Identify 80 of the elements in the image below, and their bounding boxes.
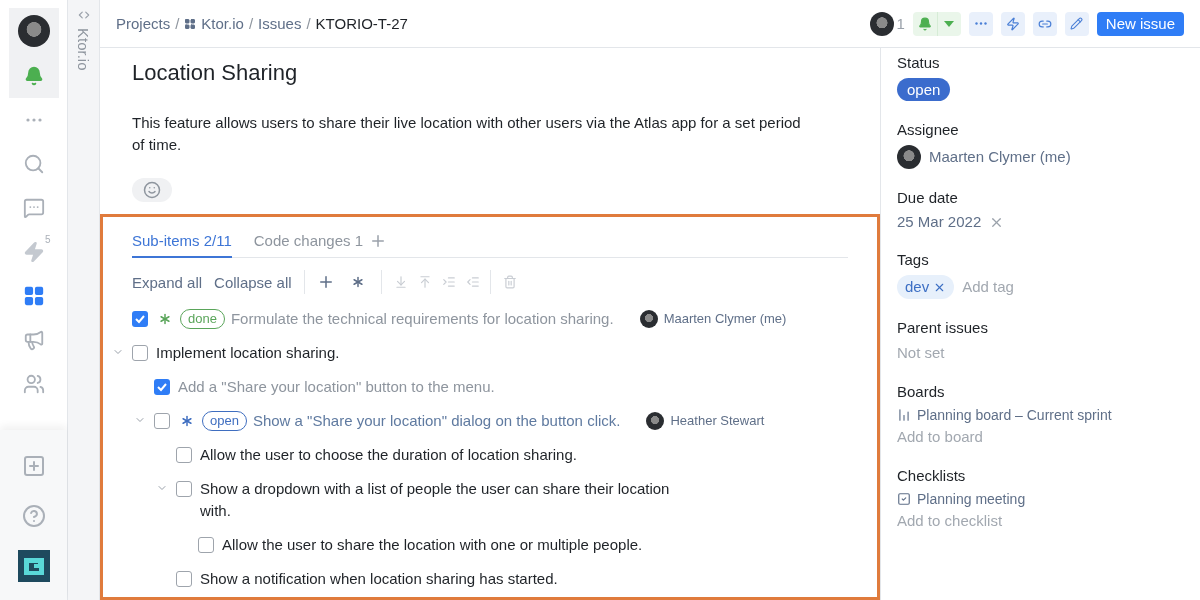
bell-icon bbox=[23, 66, 44, 86]
field-label: Status bbox=[897, 54, 941, 72]
plus-icon bbox=[21, 454, 46, 478]
breadcrumb[interactable]: Issues bbox=[258, 15, 302, 32]
field-label: Assignee bbox=[897, 121, 960, 139]
field-label: Boards bbox=[897, 383, 946, 401]
bell-icon bbox=[917, 16, 932, 31]
checkbox[interactable] bbox=[176, 571, 192, 587]
field-label: Tags bbox=[897, 251, 930, 269]
separator: / bbox=[306, 15, 311, 32]
checkbox[interactable] bbox=[132, 311, 148, 327]
assignee-chip[interactable]: Heather Stewart bbox=[646, 410, 765, 432]
issue-title: Location Sharing bbox=[132, 60, 299, 86]
edit-button[interactable] bbox=[1064, 11, 1089, 36]
more-button[interactable] bbox=[968, 11, 993, 36]
assignee-chip[interactable]: Maarten Clymer (me) bbox=[639, 308, 787, 330]
count: 5 bbox=[44, 234, 51, 245]
lightning-icon bbox=[1005, 16, 1020, 31]
link[interactable]: Planning meeting bbox=[897, 491, 1184, 507]
sub-item-text[interactable]: Allow the user to share the location with one or multiple people. bbox=[222, 534, 643, 556]
people-icon bbox=[22, 373, 45, 395]
field-label: Checklists bbox=[897, 467, 967, 485]
breadcrumb[interactable]: KTORIO-T-27 bbox=[315, 15, 408, 32]
megaphone-icon bbox=[22, 329, 45, 351]
board-icon bbox=[897, 408, 911, 422]
checkbox[interactable] bbox=[154, 379, 170, 395]
assignee-name[interactable]: Maarten Clymer (me) bbox=[929, 148, 1071, 166]
help-icon bbox=[21, 504, 46, 528]
more-icon bbox=[974, 22, 987, 25]
notification-toggle[interactable] bbox=[912, 11, 961, 36]
lightning-icon bbox=[22, 241, 45, 263]
avatar bbox=[17, 15, 50, 47]
search-icon bbox=[22, 153, 45, 175]
separator: / bbox=[248, 15, 254, 32]
checklist-icon bbox=[897, 492, 911, 506]
new-issue-button[interactable]: New issue bbox=[1096, 11, 1184, 36]
tab[interactable]: Sub-items 2/11 bbox=[132, 225, 232, 258]
status-pill[interactable]: open bbox=[897, 78, 951, 101]
checkbox[interactable] bbox=[154, 413, 170, 429]
caret-icon bbox=[944, 20, 955, 27]
project-icon bbox=[184, 17, 197, 30]
expand-icon[interactable] bbox=[76, 8, 91, 22]
watcher-count: 1 bbox=[896, 15, 905, 32]
checkbox[interactable] bbox=[176, 481, 192, 497]
nav-item[interactable] bbox=[8, 8, 59, 54]
tab[interactable]: Code changes 1 bbox=[253, 225, 364, 258]
sub-item-text[interactable]: Show a notification when location sharing has started. bbox=[200, 568, 558, 590]
smile-icon bbox=[143, 181, 161, 199]
chat-icon bbox=[22, 197, 45, 219]
issue-description: This feature allows users to share their live location with other users via the Atlas app for a set period of time. bbox=[132, 113, 802, 155]
field-label: Due date bbox=[897, 189, 959, 207]
more-icon bbox=[25, 118, 42, 122]
sub-item-text[interactable]: Implement location sharing. bbox=[156, 342, 340, 364]
sub-item-text[interactable]: Formulate the technical requirements for location sharing. bbox=[230, 308, 614, 330]
separator: / bbox=[175, 15, 180, 32]
project-name[interactable]: Ktor.io bbox=[75, 28, 92, 71]
toolbar-link[interactable]: Collapse all bbox=[214, 273, 292, 291]
avatar bbox=[897, 145, 921, 169]
field-value: Not set bbox=[897, 343, 946, 363]
toolbar-link[interactable]: Expand all bbox=[132, 273, 203, 291]
grid-icon bbox=[22, 285, 45, 307]
lightning-button[interactable] bbox=[1000, 11, 1025, 36]
checkbox[interactable] bbox=[132, 345, 148, 361]
sub-item-text[interactable]: Show a "Share your location" dialog on the button click. bbox=[252, 410, 621, 432]
breadcrumb[interactable]: Projects bbox=[116, 15, 171, 32]
sub-item-text[interactable]: Show a dropdown with a list of people the user can share their location with. bbox=[200, 478, 690, 522]
sub-item-text[interactable]: Add a "Share your location" button to the menu. bbox=[178, 376, 495, 398]
link[interactable]: Planning board – Current sprint bbox=[897, 407, 1184, 423]
checkbox[interactable] bbox=[198, 537, 214, 553]
field-label: Parent issues bbox=[897, 319, 989, 337]
avatar bbox=[870, 11, 895, 36]
tag-chip[interactable]: dev bbox=[897, 275, 955, 299]
logo-icon bbox=[17, 550, 50, 582]
due-date[interactable]: 25 Mar 2022 bbox=[897, 213, 982, 231]
breadcrumb[interactable]: Ktor.io bbox=[184, 15, 244, 32]
add-reaction-button[interactable] bbox=[132, 178, 172, 202]
sub-item-text[interactable]: Allow the user to choose the duration of location sharing. bbox=[200, 444, 577, 466]
pencil-icon bbox=[1070, 17, 1084, 30]
checkbox[interactable] bbox=[176, 447, 192, 463]
link-button[interactable] bbox=[1032, 11, 1057, 36]
